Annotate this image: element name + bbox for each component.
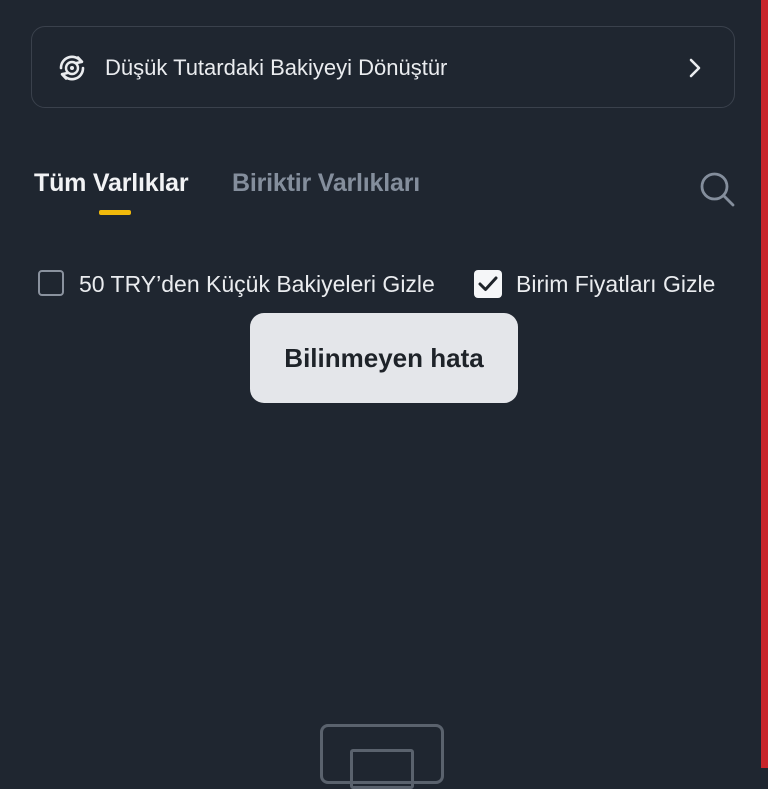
error-toast-text: Bilinmeyen hata xyxy=(284,342,484,373)
tab-savings-assets[interactable]: Biriktir Varlıkları xyxy=(232,168,420,198)
active-tab-indicator xyxy=(99,210,131,215)
error-toast: Bilinmeyen hata xyxy=(250,313,518,403)
search-icon[interactable] xyxy=(698,170,736,208)
convert-icon xyxy=(57,53,87,83)
chevron-right-icon xyxy=(688,57,702,79)
empty-box-icon xyxy=(320,724,444,789)
checkmark-icon xyxy=(478,276,498,291)
hide-unit-prices-label[interactable]: Birim Fiyatları Gizle xyxy=(516,270,715,298)
right-edge-bar xyxy=(761,0,768,768)
convert-card-label: Düşük Tutardaki Bakiyeyi Dönüştür xyxy=(105,55,448,80)
tab-all-assets[interactable]: Tüm Varlıklar xyxy=(34,168,189,198)
hide-small-balances-checkbox[interactable] xyxy=(38,270,64,296)
convert-small-balance-button[interactable]: Düşük Tutardaki Bakiyeyi Dönüştür xyxy=(31,26,735,108)
hide-small-balances-label[interactable]: 50 TRY’den Küçük Bakiyeleri Gizle xyxy=(79,270,435,298)
hide-unit-prices-checkbox[interactable] xyxy=(474,270,502,298)
